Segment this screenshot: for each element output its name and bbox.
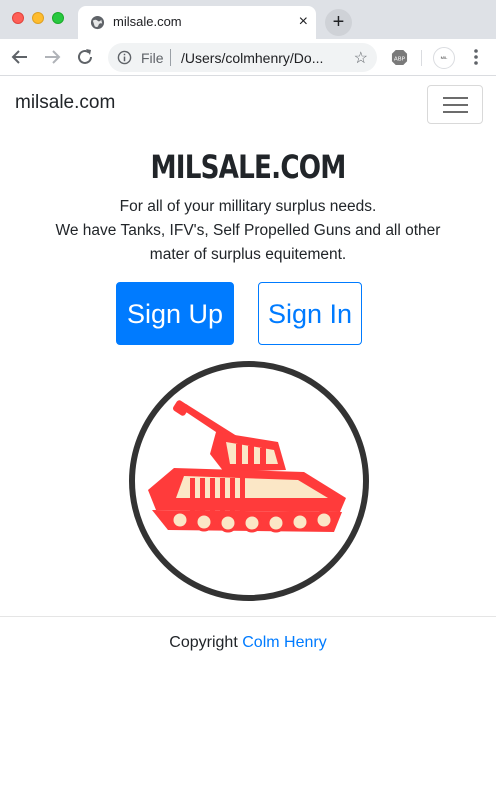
new-tab-button[interactable]: + — [325, 9, 352, 36]
tank-icon — [129, 361, 369, 601]
reload-icon[interactable] — [74, 46, 96, 68]
toolbar-divider — [421, 50, 422, 66]
hamburger-icon[interactable] — [427, 85, 483, 124]
copyright-label: Copyright — [169, 634, 238, 651]
address-bar[interactable]: File /Users/colmhenry/Do... ☆ — [108, 43, 377, 72]
adblock-extension-icon[interactable]: ABP — [391, 49, 408, 66]
hero-line-2: We have Tanks, IFV's, Self Propelled Gun… — [55, 222, 441, 263]
arrow-right-icon[interactable] — [41, 46, 63, 68]
page-title: MILSALE.COM — [150, 148, 346, 186]
arrow-left-icon[interactable] — [9, 46, 31, 68]
tab-title: milsale.com — [113, 14, 182, 29]
profile-avatar[interactable]: MIL — [433, 47, 455, 69]
footer: Copyright Colm Henry — [0, 634, 496, 652]
scheme-label: File — [141, 50, 164, 66]
info-icon[interactable] — [117, 50, 132, 65]
address-divider — [170, 49, 171, 66]
navbar-brand[interactable]: milsale.com — [15, 92, 115, 114]
close-window-button[interactable] — [12, 12, 24, 24]
browser-toolbar: File /Users/colmhenry/Do... ☆ ABP MIL — [0, 39, 496, 76]
globe-icon — [90, 15, 105, 30]
tab-close-icon[interactable]: × — [299, 12, 308, 32]
star-icon[interactable]: ☆ — [354, 48, 368, 68]
extension-label: ABP — [394, 56, 406, 62]
sign-up-button[interactable]: Sign Up — [116, 282, 234, 345]
minimize-window-button[interactable] — [32, 12, 44, 24]
more-menu-icon[interactable] — [472, 46, 480, 68]
browser-tab-bar: milsale.com × + — [0, 0, 496, 39]
url-text[interactable]: /Users/colmhenry/Do... — [181, 50, 323, 66]
sign-in-button[interactable]: Sign In — [258, 282, 362, 345]
author-link[interactable]: Colm Henry — [242, 634, 326, 651]
hero-line-1: For all of your millitary surplus needs. — [119, 198, 377, 215]
hero-description: For all of your millitary surplus needs.… — [40, 195, 456, 267]
browser-tab[interactable]: milsale.com × — [78, 6, 316, 39]
maximize-window-button[interactable] — [52, 12, 64, 24]
footer-divider — [0, 616, 496, 617]
